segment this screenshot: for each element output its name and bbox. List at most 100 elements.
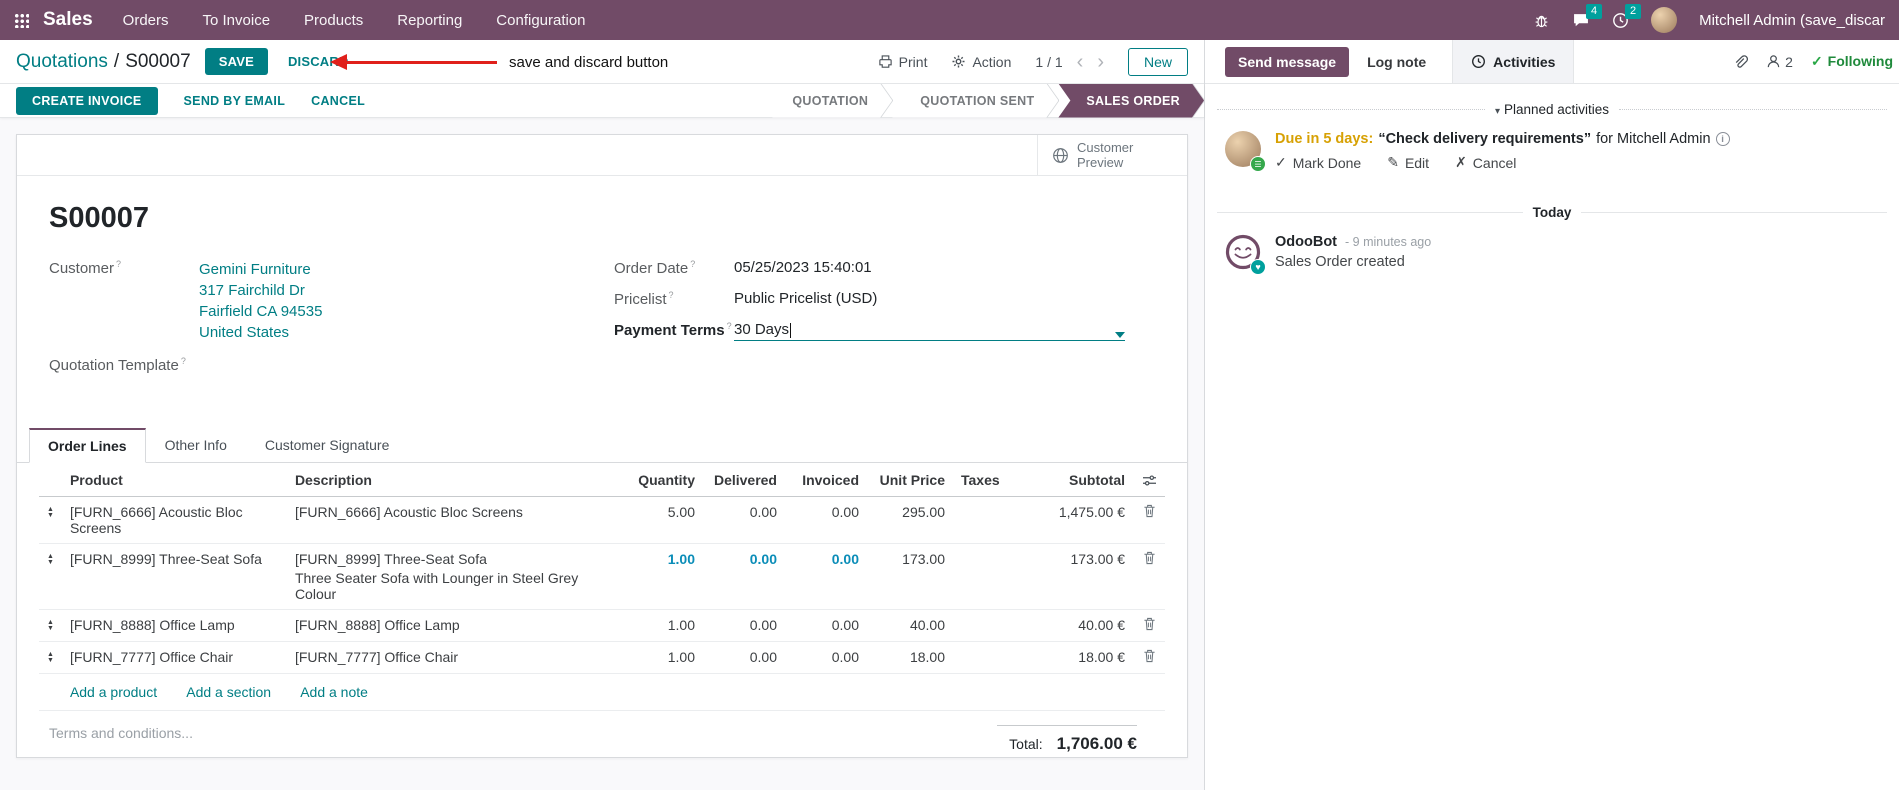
- customer-link[interactable]: Gemini Furniture: [199, 259, 322, 280]
- app-name[interactable]: Sales: [43, 9, 93, 31]
- delete-line-icon[interactable]: [1133, 641, 1165, 674]
- tab-other-info[interactable]: Other Info: [146, 428, 246, 463]
- pager-next-icon[interactable]: ›: [1097, 52, 1104, 72]
- col-product[interactable]: Product: [61, 463, 287, 497]
- create-invoice-button[interactable]: CREATE INVOICE: [16, 86, 158, 115]
- following-button[interactable]: ✓ Following: [1811, 53, 1893, 70]
- delete-line-icon[interactable]: [1133, 543, 1165, 610]
- cell-unit-price[interactable]: 40.00: [867, 609, 953, 642]
- cell-unit-price[interactable]: 295.00: [867, 496, 953, 544]
- cell-description[interactable]: [FURN_8999] Three-Seat Sofa Three Seater…: [286, 543, 623, 610]
- chatter-panel: Send message Log note Activities 2 ✓ Fol…: [1204, 40, 1899, 790]
- followers-count: 2: [1785, 53, 1793, 70]
- new-button[interactable]: New: [1127, 47, 1188, 76]
- cell-delivered[interactable]: 0.00: [703, 609, 785, 642]
- cell-invoiced[interactable]: 0.00: [785, 496, 867, 544]
- breadcrumb-quotations-link[interactable]: Quotations: [16, 51, 108, 73]
- delete-line-icon[interactable]: [1133, 496, 1165, 544]
- tab-customer-signature[interactable]: Customer Signature: [246, 428, 409, 463]
- cell-product[interactable]: [FURN_6666] Acoustic Bloc Screens: [61, 496, 287, 544]
- payment-terms-label: Payment Terms?: [614, 321, 732, 339]
- col-description[interactable]: Description: [286, 463, 623, 497]
- cell-invoiced[interactable]: 0.00: [785, 543, 867, 610]
- optional-columns-icon[interactable]: [1142, 474, 1157, 487]
- cell-description[interactable]: [FURN_8888] Office Lamp: [286, 609, 623, 642]
- delete-line-icon[interactable]: [1133, 609, 1165, 642]
- col-subtotal[interactable]: Subtotal: [1009, 463, 1133, 497]
- print-button[interactable]: Print: [878, 54, 927, 70]
- discard-button[interactable]: DISCARD: [288, 54, 349, 69]
- pricelist-value[interactable]: Public Pricelist (USD): [734, 290, 877, 308]
- cancel-button[interactable]: CANCEL: [311, 94, 365, 108]
- activities-clock-icon[interactable]: 2: [1612, 3, 1642, 29]
- status-sales-order[interactable]: SALES ORDER: [1058, 84, 1204, 118]
- cell-taxes[interactable]: [953, 543, 1009, 610]
- cell-description[interactable]: [FURN_6666] Acoustic Bloc Screens: [286, 496, 623, 544]
- menu-products[interactable]: Products: [304, 12, 363, 29]
- col-delivered[interactable]: Delivered: [703, 463, 785, 497]
- col-taxes[interactable]: Taxes: [953, 463, 1009, 497]
- cell-taxes[interactable]: [953, 641, 1009, 674]
- customer-preview-button[interactable]: Customer Preview: [1037, 135, 1187, 175]
- cell-description[interactable]: [FURN_7777] Office Chair: [286, 641, 623, 674]
- col-invoiced[interactable]: Invoiced: [785, 463, 867, 497]
- apps-grid-icon[interactable]: [14, 12, 29, 28]
- status-quotation[interactable]: QUOTATION: [772, 84, 892, 118]
- cell-product[interactable]: [FURN_7777] Office Chair: [61, 641, 287, 674]
- followers-button[interactable]: 2: [1766, 54, 1793, 70]
- cell-invoiced[interactable]: 0.00: [785, 641, 867, 674]
- cell-quantity[interactable]: 1.00: [623, 543, 703, 610]
- cell-unit-price[interactable]: 173.00: [867, 543, 953, 610]
- save-button[interactable]: SAVE: [204, 48, 268, 75]
- activities-tab[interactable]: Activities: [1452, 40, 1575, 83]
- cell-product[interactable]: [FURN_8999] Three-Seat Sofa: [61, 543, 287, 610]
- pager-prev-icon[interactable]: ‹: [1077, 52, 1084, 72]
- send-by-email-button[interactable]: SEND BY EMAIL: [184, 94, 286, 108]
- menu-reporting[interactable]: Reporting: [397, 12, 462, 29]
- menu-configuration[interactable]: Configuration: [496, 12, 585, 29]
- cancel-activity-button[interactable]: ✗ Cancel: [1455, 154, 1516, 171]
- edit-activity-button[interactable]: ✎ Edit: [1387, 154, 1429, 171]
- cell-unit-price[interactable]: 18.00: [867, 641, 953, 674]
- log-note-button[interactable]: Log note: [1353, 47, 1440, 77]
- cell-product[interactable]: [FURN_8888] Office Lamp: [61, 609, 287, 642]
- menu-to-invoice[interactable]: To Invoice: [203, 12, 271, 29]
- terms-and-conditions-placeholder[interactable]: Terms and conditions...: [49, 725, 193, 754]
- planned-activities-toggle[interactable]: ▾ Planned activities: [1495, 102, 1609, 117]
- menu-orders[interactable]: Orders: [123, 12, 169, 29]
- drag-handle-icon[interactable]: ▲ ▼: [39, 496, 62, 544]
- send-message-button[interactable]: Send message: [1225, 46, 1350, 77]
- mark-done-button[interactable]: ✓ Mark Done: [1275, 154, 1361, 171]
- order-date-value[interactable]: 05/25/2023 15:40:01: [734, 259, 872, 277]
- activity-type-badge-icon: ☰: [1250, 156, 1266, 172]
- status-quotation-sent[interactable]: QUOTATION SENT: [892, 84, 1058, 118]
- drag-handle-icon[interactable]: ▲ ▼: [39, 609, 62, 642]
- add-a-product-link[interactable]: Add a product: [70, 684, 157, 700]
- cell-quantity[interactable]: 5.00: [623, 496, 703, 544]
- cell-taxes[interactable]: [953, 496, 1009, 544]
- cell-delivered[interactable]: 0.00: [703, 641, 785, 674]
- tab-order-lines[interactable]: Order Lines: [29, 428, 146, 463]
- cell-quantity[interactable]: 1.00: [623, 609, 703, 642]
- debug-bug-icon[interactable]: [1533, 12, 1550, 29]
- col-quantity[interactable]: Quantity: [623, 463, 703, 497]
- payment-terms-input[interactable]: 30 Days: [734, 321, 1125, 341]
- add-a-section-link[interactable]: Add a section: [186, 684, 271, 700]
- user-avatar[interactable]: [1651, 7, 1678, 33]
- cell-delivered[interactable]: 0.00: [703, 496, 785, 544]
- messages-icon[interactable]: 4: [1572, 4, 1603, 28]
- activity-info-icon[interactable]: i: [1715, 132, 1730, 146]
- action-button[interactable]: Action: [951, 54, 1011, 70]
- cell-quantity[interactable]: 1.00: [623, 641, 703, 674]
- add-a-note-link[interactable]: Add a note: [300, 684, 368, 700]
- drag-handle-icon[interactable]: ▲ ▼: [39, 543, 62, 610]
- drag-handle-icon[interactable]: ▲ ▼: [39, 641, 62, 674]
- message-author[interactable]: OdooBot: [1275, 234, 1337, 250]
- dropdown-caret-icon[interactable]: [1115, 332, 1125, 338]
- cell-taxes[interactable]: [953, 609, 1009, 642]
- col-unit-price[interactable]: Unit Price: [867, 463, 953, 497]
- cell-invoiced[interactable]: 0.00: [785, 609, 867, 642]
- user-name[interactable]: Mitchell Admin (save_discar: [1699, 12, 1885, 29]
- cell-delivered[interactable]: 0.00: [703, 543, 785, 610]
- attachment-paperclip-icon[interactable]: [1732, 54, 1749, 70]
